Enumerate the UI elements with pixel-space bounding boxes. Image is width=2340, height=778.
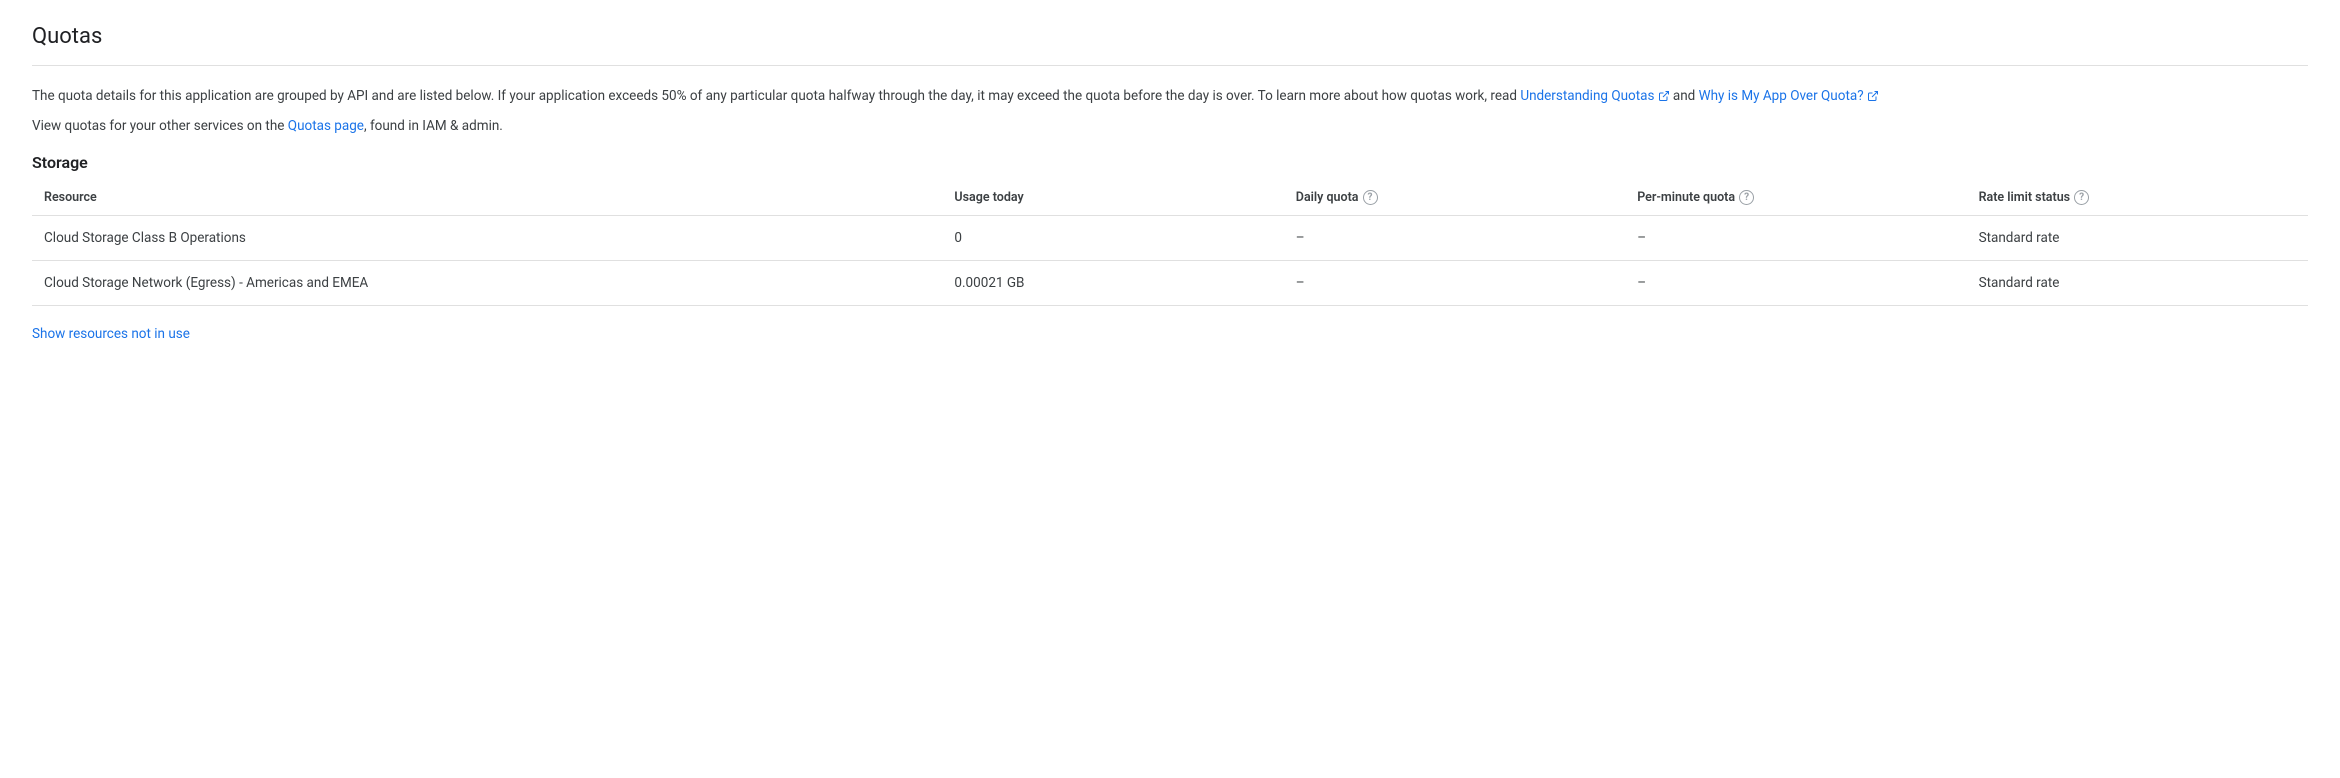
divider: [32, 65, 2308, 66]
external-icon-1: [1658, 90, 1670, 102]
cell-resource-1: Cloud Storage Network (Egress) - America…: [32, 261, 942, 306]
cell-daily-quota-0: –: [1284, 216, 1625, 261]
cell-usage-1: 0.00021 GB: [942, 261, 1283, 306]
cell-daily-quota-1: –: [1284, 261, 1625, 306]
external-icon-2: [1867, 90, 1879, 102]
storage-section-title: Storage: [32, 153, 2308, 172]
description-text-after-link3: , found in IAM & admin.: [364, 118, 503, 134]
cell-per-minute-quota-1: –: [1625, 261, 1966, 306]
cell-rate-limit-status-0: Standard rate: [1967, 216, 2308, 261]
description-text-before-link1: The quota details for this application a…: [32, 88, 1520, 104]
page-container: Quotas The quota details for this applic…: [0, 0, 2340, 366]
description-line1: The quota details for this application a…: [32, 86, 2308, 108]
table-header: Resource Usage today Daily quota ?: [32, 180, 2308, 216]
page-title: Quotas: [32, 24, 2308, 49]
description-text-before-link3: View quotas for your other services on t…: [32, 118, 288, 134]
header-row: Resource Usage today Daily quota ?: [32, 180, 2308, 216]
cell-resource-0: Cloud Storage Class B Operations: [32, 216, 942, 261]
table-row: Cloud Storage Class B Operations0––Stand…: [32, 216, 2308, 261]
cell-usage-0: 0: [942, 216, 1283, 261]
description-block: The quota details for this application a…: [32, 86, 2308, 137]
per-minute-quota-help-icon[interactable]: ?: [1739, 190, 1754, 205]
col-header-per-minute-quota: Per-minute quota ?: [1625, 180, 1966, 216]
daily-quota-help-icon[interactable]: ?: [1363, 190, 1378, 205]
description-middle-text: and: [1670, 88, 1699, 104]
description-line2: View quotas for your other services on t…: [32, 116, 2308, 138]
understanding-quotas-link[interactable]: Understanding Quotas: [1520, 88, 1654, 104]
table-body: Cloud Storage Class B Operations0––Stand…: [32, 216, 2308, 306]
col-header-daily-quota: Daily quota ?: [1284, 180, 1625, 216]
table-row: Cloud Storage Network (Egress) - America…: [32, 261, 2308, 306]
rate-limit-help-icon[interactable]: ?: [2074, 190, 2089, 205]
quotas-page-link[interactable]: Quotas page: [288, 118, 364, 134]
cell-per-minute-quota-0: –: [1625, 216, 1966, 261]
col-header-rate-limit-status: Rate limit status ?: [1967, 180, 2308, 216]
col-header-usage-today: Usage today: [942, 180, 1283, 216]
cell-rate-limit-status-1: Standard rate: [1967, 261, 2308, 306]
quotas-table: Resource Usage today Daily quota ?: [32, 180, 2308, 306]
col-header-resource: Resource: [32, 180, 942, 216]
why-app-over-quota-link[interactable]: Why is My App Over Quota?: [1699, 88, 1864, 104]
show-resources-not-in-use-link[interactable]: Show resources not in use: [32, 326, 190, 342]
